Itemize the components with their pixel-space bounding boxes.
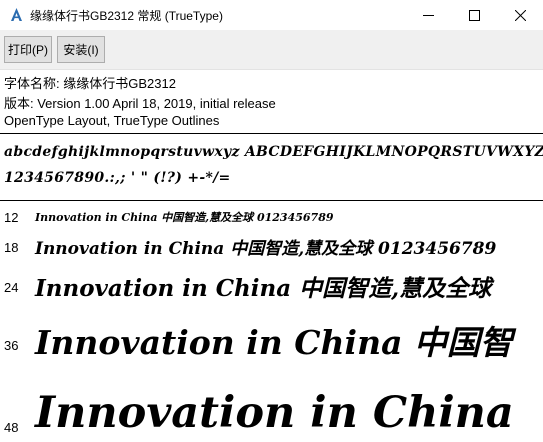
sample-text: Innovation in China 中国智 bbox=[35, 323, 513, 362]
install-button[interactable]: 安装(I) bbox=[57, 36, 105, 63]
sample-size-label: 12 bbox=[4, 210, 19, 225]
sample-text: Innovation in China 中国智造,慧及全球 bbox=[35, 275, 492, 302]
window-title: 缘缘体行书GB2312 常规 (TrueType) bbox=[30, 9, 223, 23]
sample-text: Innovation in China bbox=[35, 388, 514, 438]
font-name-line: 字体名称: 缘缘体行书GB2312 bbox=[4, 76, 176, 91]
font-preview-area[interactable]: 字体名称: 缘缘体行书GB2312 版本: Version 1.00 April… bbox=[0, 70, 543, 442]
sample-text: Innovation in China 中国智造,慧及全球 0123456789 bbox=[35, 211, 334, 224]
toolbar: 打印(P) 安装(I) bbox=[0, 30, 543, 70]
minimize-icon bbox=[422, 14, 434, 16]
sample-row-48: 48 Innovation in China bbox=[0, 388, 543, 442]
sample-row-12: 12 Innovation in China 中国智造,慧及全球 0123456… bbox=[0, 208, 543, 226]
sample-size-label: 18 bbox=[4, 240, 19, 255]
sample-row-18: 18 Innovation in China 中国智造,慧及全球 0123456… bbox=[0, 232, 543, 262]
close-icon bbox=[514, 9, 526, 21]
maximize-button[interactable] bbox=[451, 0, 497, 30]
sample-size-label: 48 bbox=[4, 420, 19, 435]
sample-row-36: 36 Innovation in China 中国智 bbox=[0, 314, 543, 372]
font-version-line: 版本: Version 1.00 April 18, 2019, initial… bbox=[4, 96, 276, 111]
print-button[interactable]: 打印(P) bbox=[4, 36, 52, 63]
title-bar: 缘缘体行书GB2312 常规 (TrueType) bbox=[0, 0, 543, 30]
maximize-icon bbox=[468, 9, 480, 21]
minimize-button[interactable] bbox=[405, 0, 451, 30]
divider bbox=[0, 200, 543, 201]
charset-letters: abcdefghijklmnopqrstuvwxyz ABCDEFGHIJKLM… bbox=[4, 144, 543, 160]
divider bbox=[0, 133, 543, 134]
sample-size-label: 24 bbox=[4, 280, 19, 295]
sample-text: Innovation in China 中国智造,慧及全球 0123456789 bbox=[35, 239, 497, 259]
sample-row-24: 24 Innovation in China 中国智造,慧及全球 bbox=[0, 268, 543, 306]
sample-size-label: 36 bbox=[4, 338, 19, 353]
charset-symbols: 1234567890.:,; ' " (!?) +-*/= bbox=[4, 170, 231, 186]
close-button[interactable] bbox=[497, 0, 543, 30]
font-file-icon bbox=[9, 7, 24, 22]
font-outlines-line: OpenType Layout, TrueType Outlines bbox=[4, 113, 220, 128]
